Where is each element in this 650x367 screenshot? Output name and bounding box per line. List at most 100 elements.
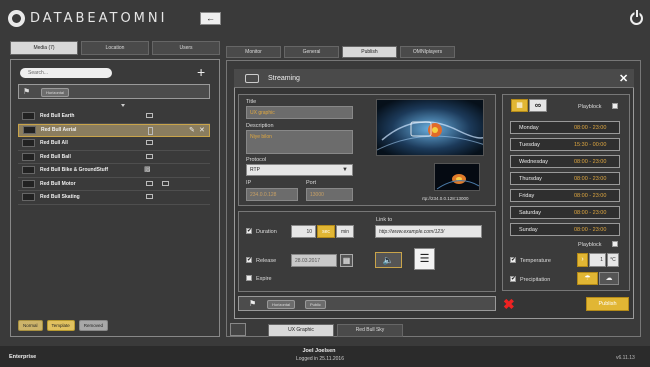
port-field[interactable]: 13000 — [306, 188, 353, 201]
tab-monitor[interactable]: Monitor — [226, 46, 281, 58]
add-media-button[interactable]: + — [197, 65, 205, 79]
vertical-icon — [148, 126, 153, 135]
tab-media[interactable]: Media (7) — [10, 41, 78, 55]
tab-ux-graphic[interactable]: UX Graphic — [268, 324, 334, 337]
schedule-row[interactable]: Monday 08:00 - 23:00 — [510, 121, 620, 134]
left-tabs: Media (7) Location Users — [10, 41, 220, 55]
tab-general[interactable]: General — [284, 46, 339, 58]
day-time: 08:00 - 23:00 — [574, 176, 607, 182]
duration-min-toggle[interactable]: min — [336, 225, 354, 238]
media-name: Red Bull Bike & GroundStuff — [40, 167, 109, 174]
precipitation-checkbox[interactable] — [510, 276, 516, 283]
temperature-label: Temperature — [520, 258, 551, 264]
version-label: v6.11.13 — [616, 355, 635, 361]
schedule-row[interactable]: Sunday 08:00 - 23:00 — [510, 223, 620, 236]
release-date-field[interactable]: 28.03.2017 — [291, 254, 337, 267]
calendar-schedule-icon[interactable]: ▦ — [511, 99, 528, 112]
temperature-field[interactable]: 1 — [589, 253, 606, 267]
schedule-row[interactable]: Thursday 08:00 - 23:00 — [510, 172, 620, 185]
media-thumbnail — [22, 139, 35, 148]
ip-label: IP — [246, 180, 252, 186]
publish-button[interactable]: Publish — [586, 297, 629, 311]
schedule-row[interactable]: Saturday 08:00 - 23:00 — [510, 206, 620, 219]
playblock-checkbox[interactable] — [612, 103, 618, 110]
list-item[interactable]: Red Bull Earth — [18, 110, 210, 124]
thumbnail-image — [435, 164, 479, 190]
tab-publish[interactable]: Publish — [342, 46, 397, 58]
release-label: Release — [256, 258, 277, 264]
horizontal-icon — [162, 180, 169, 186]
horizontal-icon — [146, 140, 153, 145]
no-rain-icon[interactable]: ☁ — [599, 272, 619, 285]
temperature-arrow-icon[interactable]: › — [577, 253, 588, 267]
power-icon[interactable] — [630, 10, 643, 25]
calendar-icon[interactable]: ▦ — [340, 254, 353, 267]
schedule-row[interactable]: Tuesday 15:30 - 00:00 — [510, 138, 620, 151]
horizontal-icon — [146, 194, 153, 199]
tab-location[interactable]: Location — [81, 41, 149, 55]
search-input[interactable]: Search... — [20, 68, 112, 78]
login-date: Logged in 25.11.2016 — [295, 356, 344, 362]
list-item[interactable]: Red Bull Motor — [18, 178, 210, 191]
playblock-label: Playblock — [578, 104, 602, 110]
day-name: Wednesday — [519, 159, 548, 165]
title-field[interactable]: UX graphic — [246, 106, 353, 119]
media-thumbnail — [22, 193, 35, 202]
playblock2-label: Playblock — [578, 242, 602, 248]
cancel-icon[interactable]: ✖ — [503, 297, 515, 311]
horizontal-icon — [146, 153, 153, 159]
filter-bar[interactable]: ⚑ Horizontal — [18, 84, 210, 99]
tag-public[interactable]: Public — [305, 300, 326, 309]
filter-tag[interactable]: Horizontal — [41, 88, 70, 97]
port-label: Port — [306, 180, 317, 186]
camera-icon — [245, 74, 259, 83]
duration-sec-toggle[interactable]: sec — [317, 225, 335, 238]
temperature-checkbox[interactable] — [510, 257, 516, 264]
list-item-selected[interactable]: Red Bull Aerial ✎ ✕ — [18, 123, 210, 137]
delete-icon[interactable]: ✕ — [199, 126, 205, 134]
infinity-icon[interactable]: ∞ — [529, 99, 547, 112]
back-button[interactable]: ← — [200, 12, 221, 25]
edit-icon[interactable]: ✎ — [189, 126, 195, 134]
tab-red-bull-sky[interactable]: Red Bull Sky — [337, 324, 403, 337]
media-name: Red Bull Aerial — [41, 127, 77, 134]
horizontal-icon — [146, 180, 153, 186]
duration-field[interactable]: 10 — [291, 225, 316, 238]
tab-omniplayers[interactable]: OMNIplayers — [400, 46, 455, 58]
release-checkbox[interactable] — [246, 257, 252, 264]
close-icon[interactable]: ✕ — [619, 72, 628, 85]
legend-normal: Normal — [18, 320, 43, 331]
preview-image — [377, 100, 483, 155]
notes-icon[interactable]: ☰ — [414, 248, 435, 270]
playblock2-checkbox[interactable] — [612, 241, 618, 248]
temperature-unit: °C — [607, 253, 619, 267]
tag-horizontal[interactable]: Horizontal — [267, 300, 296, 309]
schedule-row[interactable]: Friday 08:00 - 23:00 — [510, 189, 620, 202]
schedule-row[interactable]: Wednesday 08:00 - 23:00 — [510, 155, 620, 168]
day-time: 08:00 - 23:00 — [574, 125, 607, 131]
protocol-select[interactable]: RTP — [246, 164, 353, 176]
sound-icon[interactable]: 🔈 — [375, 252, 402, 268]
duration-label: Duration — [256, 229, 277, 235]
list-item[interactable]: Red Bull All — [18, 137, 210, 151]
ip-field[interactable]: 234.0.0.128 — [246, 188, 298, 201]
duration-checkbox[interactable] — [246, 228, 252, 235]
streaming-title: Streaming — [268, 75, 300, 82]
list-item[interactable]: Red Bull Ball — [18, 151, 210, 164]
stream-tag-bar[interactable]: ⚑ Horizontal Public — [238, 296, 496, 311]
rain-icon[interactable]: ☂ — [577, 272, 598, 285]
description-field[interactable]: Niye bilon — [246, 130, 353, 154]
day-name: Tuesday — [519, 142, 540, 148]
expire-checkbox[interactable] — [246, 275, 252, 282]
edition-label: Enterprise — [9, 354, 37, 360]
list-item[interactable]: Red Bull Bike & GroundStuff ▩ — [18, 164, 210, 178]
sort-icon[interactable] — [121, 104, 125, 107]
link-field[interactable]: http://www.example.com/123/ — [375, 225, 482, 238]
monitor-icon[interactable] — [230, 323, 246, 336]
day-time: 15:30 - 00:00 — [574, 142, 607, 148]
day-name: Saturday — [519, 210, 542, 216]
tab-users[interactable]: Users — [152, 41, 220, 55]
protocol-label: Protocol — [246, 157, 267, 163]
list-item[interactable]: Red Bull Skating — [18, 191, 210, 205]
media-thumbnail — [23, 126, 36, 135]
